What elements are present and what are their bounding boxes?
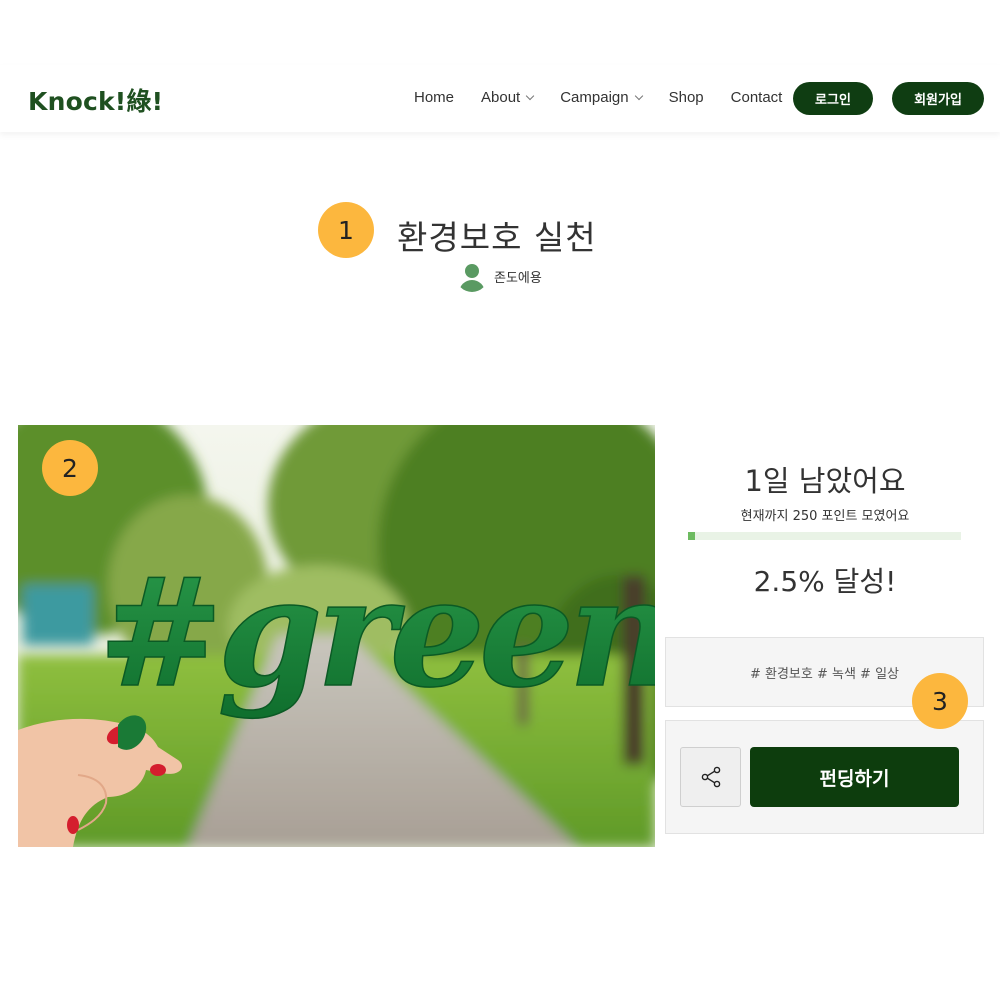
page-title: 환경보호 실천 [397, 218, 597, 257]
nav-item-campaign[interactable]: Campaign [560, 89, 643, 106]
nav-item-home[interactable]: Home [414, 89, 454, 106]
achievement-text: 2.5% 달성! [753, 565, 897, 598]
days-left-text: 1일 남았어요 [744, 464, 906, 498]
nav-label-contact: Contact [730, 89, 783, 106]
nav-label-shop: Shop [668, 89, 704, 106]
site-header: Knock!綠! Home About Campaign Shop Contac… [0, 65, 1000, 132]
campaign-photo: #green [18, 425, 655, 847]
nav-item-contact[interactable]: Contact [731, 89, 783, 106]
step-badge-1: 1 [318, 202, 374, 258]
author-name: 존도에용 [494, 270, 542, 286]
points-collected-text: 현재까지 250 포인트 모였어요 [740, 509, 910, 524]
signup-button[interactable]: 회원가입 [892, 82, 984, 115]
step-badge-3: 3 [912, 673, 968, 729]
nav-label-home: Home [414, 89, 455, 106]
share-icon [701, 766, 720, 788]
svg-text:#green: #green [98, 545, 655, 721]
nav-label-about: About [481, 89, 521, 106]
login-button[interactable]: 로그인 [793, 82, 873, 115]
chevron-down-icon [525, 91, 535, 100]
nav-item-shop[interactable]: Shop [669, 89, 704, 106]
site-logo[interactable]: Knock!綠! [28, 82, 163, 118]
hashtag-list: # 환경보호 # 녹색 # 일상 [749, 666, 900, 682]
action-box: 펀딩하기 [665, 720, 984, 834]
step-badge-2: 2 [42, 440, 98, 496]
progress-bar-fill [688, 532, 695, 540]
share-button[interactable] [680, 747, 741, 807]
progress-bar [688, 532, 961, 540]
chevron-down-icon [634, 91, 643, 100]
funding-button[interactable]: 펀딩하기 [750, 747, 959, 807]
nav-label-campaign: Campaign [560, 89, 629, 106]
nav-item-about[interactable]: About [481, 89, 535, 106]
author-info: 존도에용 [456, 260, 542, 292]
user-icon [456, 260, 488, 292]
main-nav: Home About Campaign Shop Contact [414, 89, 782, 106]
